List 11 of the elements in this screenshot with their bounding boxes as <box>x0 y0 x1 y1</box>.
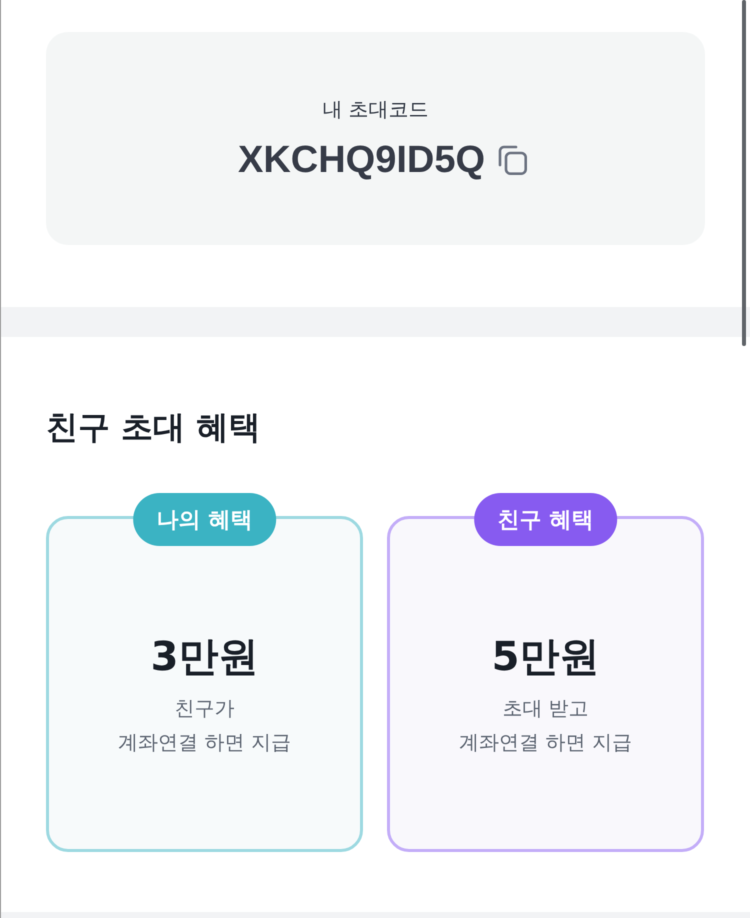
invite-code: XKCHQ9ID5Q <box>238 138 486 182</box>
copy-icon[interactable] <box>497 144 528 174</box>
benefit-badge: 나의 혜택 <box>132 493 276 546</box>
section-title: 친구 초대 혜택 <box>46 407 262 447</box>
benefit-badge: 친구 혜택 <box>474 493 618 546</box>
invite-code-label: 내 초대코드 <box>322 96 429 122</box>
benefit-description: 친구가 계좌연결 하면 지급 <box>118 695 291 756</box>
benefit-description: 초대 받고 계좌연결 하면 지급 <box>459 695 632 756</box>
benefit-amount: 3만원 <box>150 633 258 681</box>
scrollbar[interactable] <box>742 0 746 346</box>
benefit-amount: 5만원 <box>492 633 600 681</box>
